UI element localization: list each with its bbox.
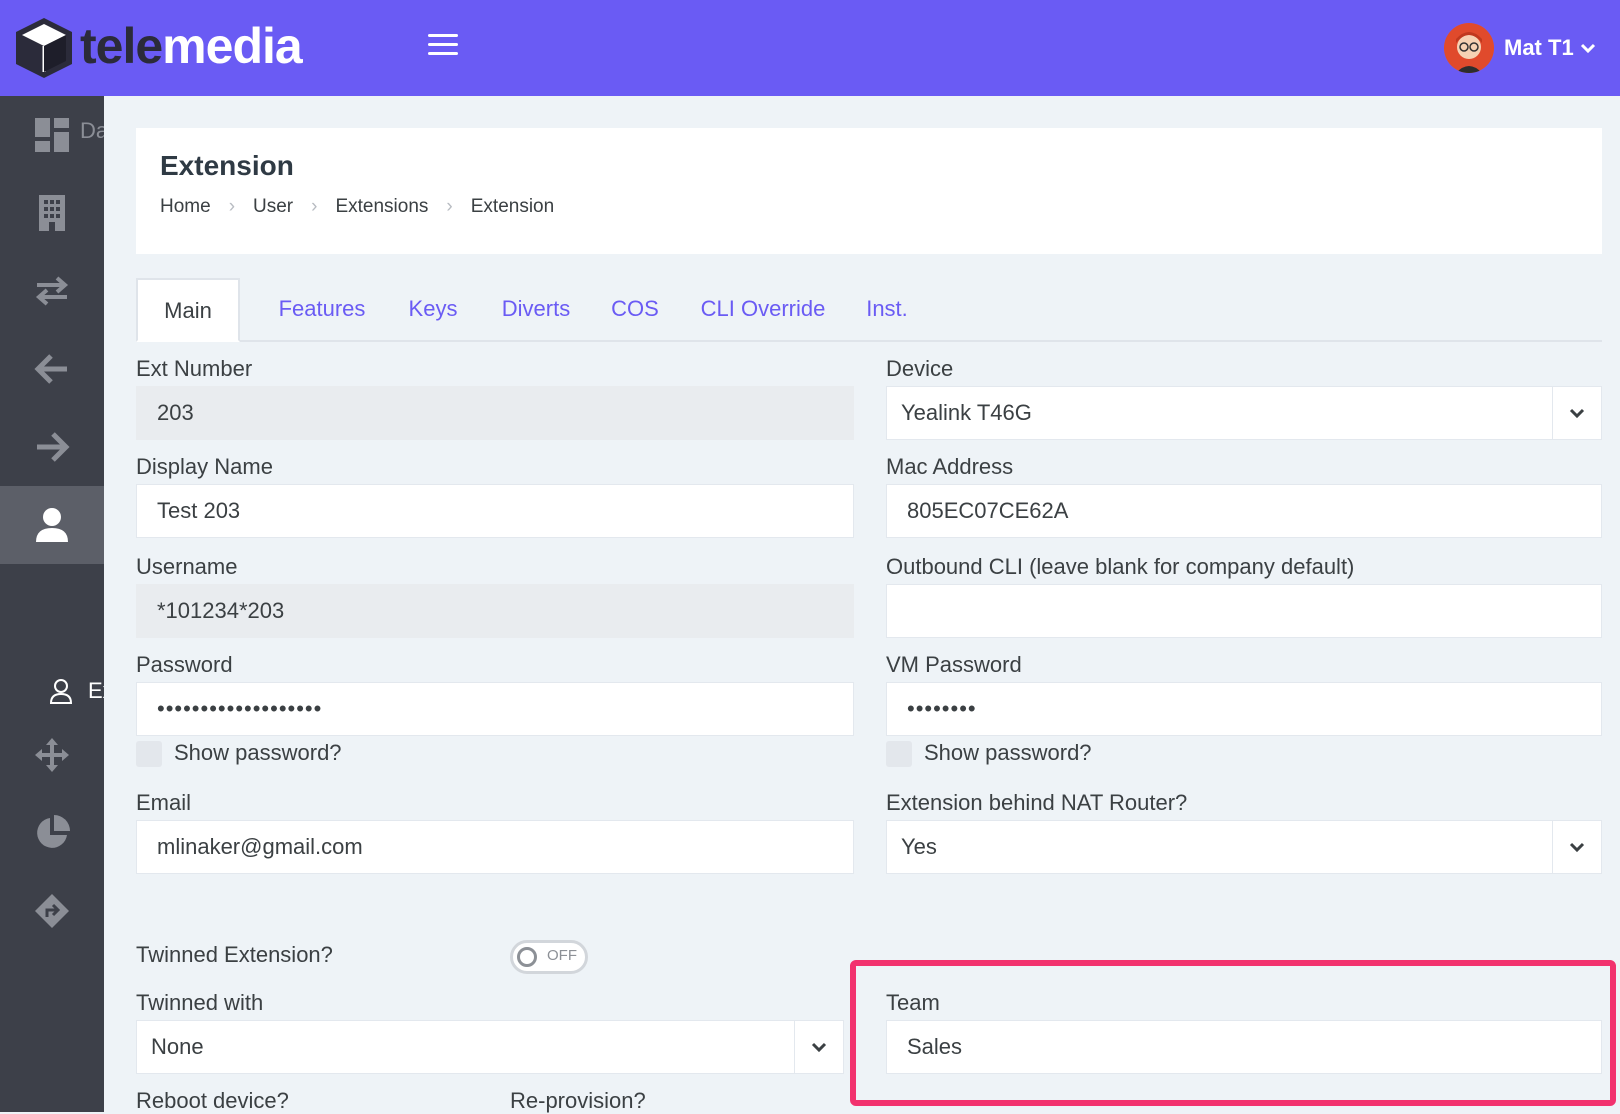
device-value: Yealink T46G bbox=[901, 400, 1032, 425]
sidebar: Da Ex bbox=[0, 96, 104, 1112]
display-name-field[interactable]: Test 203 bbox=[136, 484, 854, 538]
transfer-arrows-icon bbox=[35, 276, 69, 306]
nat-router-value: Yes bbox=[901, 834, 937, 859]
tab-cli-override[interactable]: CLI Override bbox=[688, 278, 838, 340]
sidebar-item-dashboard[interactable]: Da bbox=[0, 96, 104, 174]
breadcrumb: Home › User › Extensions › Extension bbox=[160, 196, 554, 218]
tab-main[interactable]: Main bbox=[136, 278, 240, 342]
show-vm-password-checkbox[interactable] bbox=[886, 741, 912, 767]
user-outline-icon bbox=[49, 679, 73, 704]
chevron-right-icon: › bbox=[228, 196, 236, 217]
breadcrumb-extension: Extension bbox=[470, 196, 555, 217]
outbound-cli-field[interactable] bbox=[886, 584, 1602, 638]
show-vm-password-label: Show password? bbox=[924, 740, 1092, 765]
breadcrumb-home[interactable]: Home bbox=[160, 196, 211, 218]
user-name: Mat T1 bbox=[1504, 35, 1574, 60]
tab-keys[interactable]: Keys bbox=[394, 278, 472, 340]
sidebar-item-user[interactable] bbox=[0, 486, 104, 564]
menu-toggle-icon[interactable] bbox=[428, 34, 458, 58]
logo-text-part1: tele bbox=[80, 18, 163, 74]
tab-cos[interactable]: COS bbox=[600, 278, 670, 340]
arrow-right-icon bbox=[37, 432, 70, 462]
password-label: Password bbox=[136, 652, 233, 677]
twinned-with-label: Twinned with bbox=[136, 990, 264, 1015]
move-arrows-icon bbox=[35, 738, 69, 772]
chevron-right-icon: › bbox=[446, 196, 453, 217]
username-field: *101234*203 bbox=[136, 584, 854, 638]
toggle-knob bbox=[517, 947, 537, 967]
chevron-down-icon bbox=[1552, 821, 1601, 873]
sidebar-item-move[interactable] bbox=[0, 716, 104, 794]
sidebar-item-label: Da bbox=[80, 118, 104, 143]
nat-router-select[interactable]: Yes bbox=[886, 820, 1602, 874]
sidebar-item-outbound[interactable] bbox=[0, 408, 104, 486]
reprovision-label: Re-provision? bbox=[510, 1088, 646, 1113]
ext-number-field: 203 bbox=[136, 386, 854, 440]
page-title: Extension bbox=[160, 150, 294, 181]
tab-diverts[interactable]: Diverts bbox=[486, 278, 586, 340]
page-header-card: Extension Home › User › Extensions › Ext… bbox=[136, 128, 1602, 254]
show-password-label: Show password? bbox=[174, 740, 342, 765]
mac-address-label: Mac Address bbox=[886, 454, 1014, 479]
twinned-extension-label: Twinned Extension? bbox=[136, 942, 333, 967]
avatar bbox=[1444, 23, 1494, 73]
tab-features[interactable]: Features bbox=[256, 278, 388, 340]
twinned-extension-toggle[interactable]: OFF bbox=[510, 940, 588, 974]
twinned-with-select[interactable]: None bbox=[136, 1020, 844, 1074]
email-label: Email bbox=[136, 790, 192, 815]
chevron-right-icon: › bbox=[311, 196, 318, 217]
device-label: Device bbox=[886, 356, 954, 381]
toggle-state-text: OFF bbox=[547, 947, 577, 964]
ext-number-label: Ext Number bbox=[136, 356, 253, 381]
building-icon bbox=[39, 195, 65, 231]
brand-logo[interactable]: telemedia bbox=[80, 14, 303, 78]
reboot-device-label: Reboot device? bbox=[136, 1088, 289, 1113]
route-diamond-icon bbox=[35, 894, 69, 928]
user-icon bbox=[36, 508, 68, 542]
chevron-down-icon bbox=[1552, 387, 1601, 439]
sidebar-item-company[interactable] bbox=[0, 174, 104, 252]
outbound-cli-label: Outbound CLI (leave blank for company de… bbox=[886, 554, 1355, 579]
password-field[interactable]: ••••••••••••••••••• bbox=[136, 682, 854, 736]
cube-logo-icon bbox=[16, 18, 72, 78]
twinned-with-value: None bbox=[151, 1034, 204, 1059]
logo-text-part2: media bbox=[162, 18, 303, 74]
sidebar-subitem-label: Ex bbox=[88, 678, 104, 703]
arrow-left-icon bbox=[34, 354, 67, 384]
chevron-down-icon bbox=[794, 1021, 843, 1073]
vm-password-field[interactable]: •••••••• bbox=[886, 682, 1602, 736]
pie-chart-icon bbox=[37, 815, 70, 848]
breadcrumb-extensions[interactable]: Extensions bbox=[335, 196, 428, 218]
sidebar-item-routing[interactable] bbox=[0, 872, 104, 950]
sidebar-subitem-extensions[interactable]: Ex bbox=[0, 666, 104, 716]
sidebar-item-inbound[interactable] bbox=[0, 330, 104, 408]
vm-password-label: VM Password bbox=[886, 652, 1022, 677]
display-name-label: Display Name bbox=[136, 454, 273, 479]
dashboard-icon bbox=[35, 118, 69, 152]
sidebar-item-reports[interactable] bbox=[0, 794, 104, 872]
nat-router-label: Extension behind NAT Router? bbox=[886, 790, 1188, 815]
device-select[interactable]: Yealink T46G bbox=[886, 386, 1602, 440]
sidebar-item-transfers[interactable] bbox=[0, 252, 104, 330]
tab-bar: Main Features Keys Diverts COS CLI Overr… bbox=[136, 278, 1602, 342]
email-field[interactable]: mlinaker@gmail.com bbox=[136, 820, 854, 874]
username-label: Username bbox=[136, 554, 238, 579]
team-highlight-box bbox=[850, 960, 1616, 1106]
tab-inst[interactable]: Inst. bbox=[852, 278, 922, 340]
top-bar: telemedia Mat T1 bbox=[0, 0, 1620, 96]
user-menu[interactable]: Mat T1 bbox=[1444, 20, 1596, 76]
show-password-checkbox[interactable] bbox=[136, 741, 162, 767]
chevron-down-icon bbox=[1580, 43, 1595, 54]
mac-address-field[interactable]: 805EC07CE62A bbox=[886, 484, 1602, 538]
breadcrumb-user[interactable]: User bbox=[253, 196, 293, 218]
